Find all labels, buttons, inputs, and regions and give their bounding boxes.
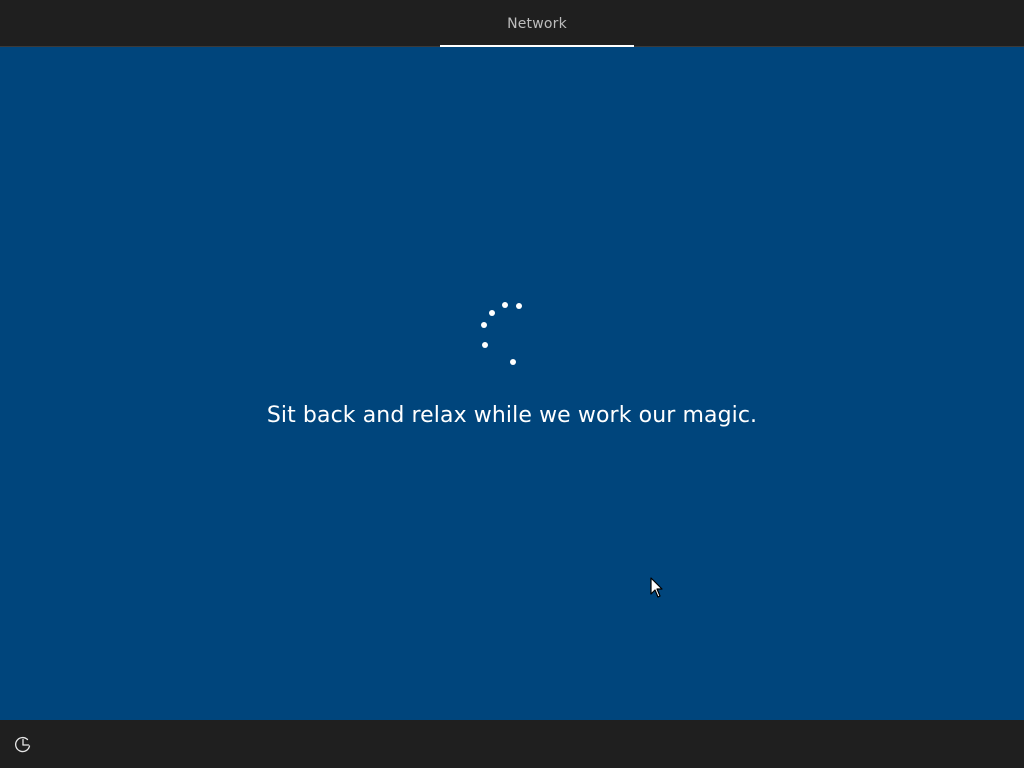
loading-dots-icon — [470, 295, 530, 371]
bottom-bar — [0, 720, 1024, 768]
main-content-area: Sit back and relax while we work our mag… — [0, 47, 1024, 720]
status-message: Sit back and relax while we work our mag… — [266, 403, 758, 428]
mouse-pointer-icon — [650, 577, 663, 598]
spinner-dot — [510, 359, 516, 365]
spinner-dot — [482, 342, 488, 348]
top-navigation-bar: Network — [0, 0, 1024, 47]
spinner-dot — [502, 302, 508, 308]
tab-network: Network — [440, 0, 634, 47]
spinner-dot — [481, 322, 487, 328]
spinner-dot — [489, 310, 495, 316]
tab-network-label: Network — [507, 16, 567, 32]
ease-of-access-icon[interactable] — [12, 734, 34, 756]
spinner-dot — [516, 303, 522, 309]
